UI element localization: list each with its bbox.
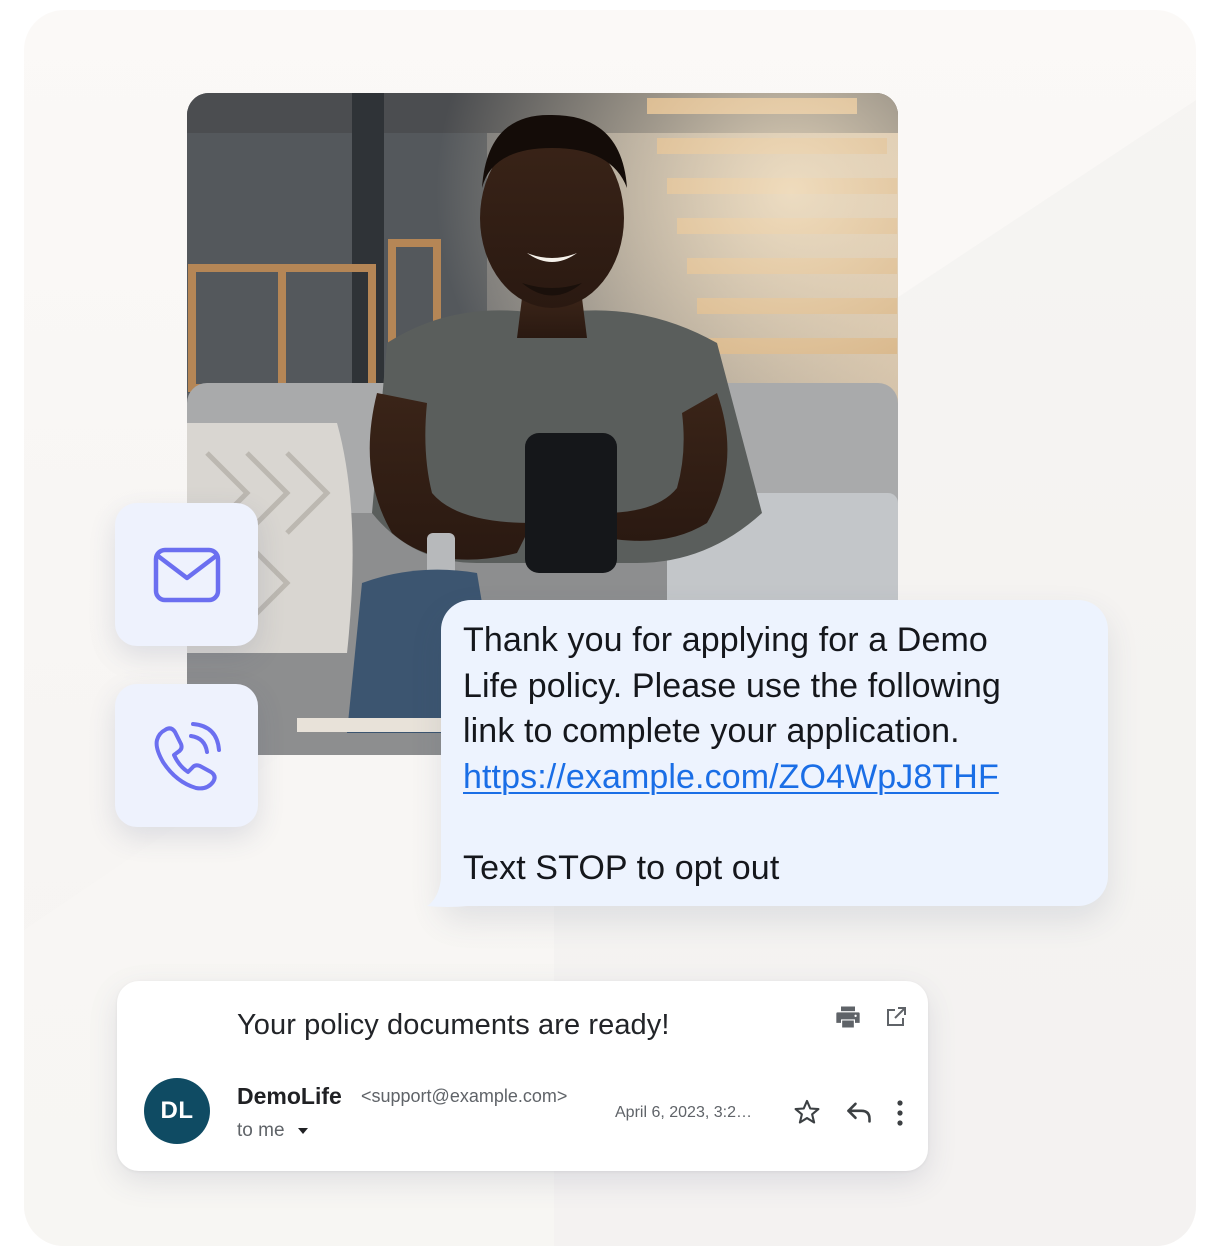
sender-name: DemoLife (237, 1083, 342, 1109)
email-date: April 6, 2023, 3:2… (615, 1104, 752, 1121)
envelope-icon (153, 547, 220, 602)
sms-line-2: Life policy. Please use the following (463, 666, 1001, 705)
phone-call-icon (154, 721, 221, 790)
email-subject: Your policy documents are ready! (237, 1009, 670, 1041)
printer-icon[interactable] (834, 1003, 862, 1031)
open-in-new-icon[interactable] (884, 1005, 908, 1029)
sms-opt-out: Text STOP to opt out (463, 848, 780, 887)
bubble-tail (427, 878, 467, 907)
avatar-initials: DL (160, 1097, 194, 1124)
reply-icon[interactable] (845, 1099, 873, 1125)
caret-down-icon (297, 1128, 308, 1134)
sms-line-1: Thank you for applying for a Demo (463, 621, 988, 659)
star-icon[interactable] (793, 1098, 821, 1126)
sender-address: <support@example.com> (361, 1086, 568, 1106)
phone-channel-tile[interactable] (115, 684, 258, 827)
sms-message-bubble: Thank you for applying for a Demo Life p… (427, 600, 1108, 907)
sms-application-link[interactable]: https://example.com/ZO4WpJ8THF (463, 755, 999, 801)
sender-avatar: DL (144, 1078, 210, 1144)
recipient-label: to me (237, 1120, 285, 1141)
recipient-details-toggle[interactable]: to me (237, 1120, 309, 1142)
email-channel-tile[interactable] (115, 503, 258, 646)
more-vertical-icon[interactable] (894, 1100, 906, 1126)
sms-line-3: link to complete your application. (463, 712, 960, 750)
email-preview-card: Your policy documents are ready! DL Demo… (117, 981, 928, 1171)
